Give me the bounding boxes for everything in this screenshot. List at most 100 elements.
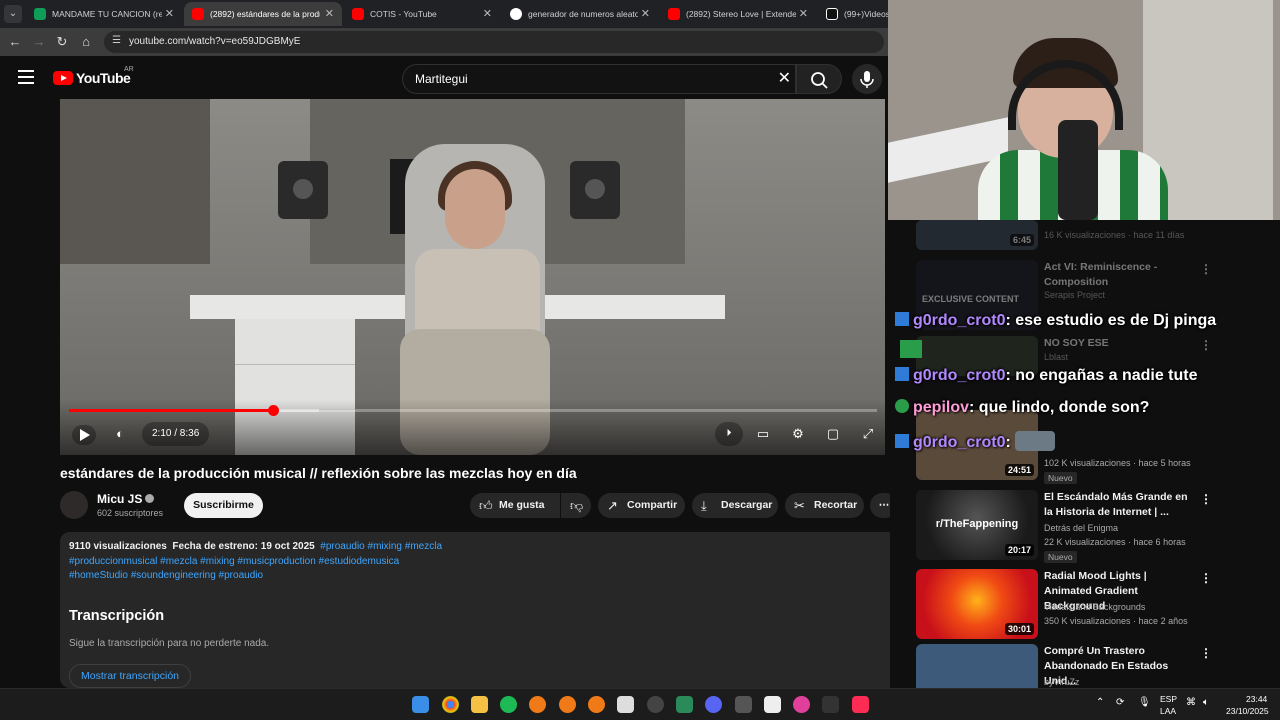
search-button[interactable] xyxy=(796,64,842,94)
close-icon[interactable]: ✕ xyxy=(483,2,492,26)
sheets-icon xyxy=(34,8,46,20)
app-icon[interactable] xyxy=(676,696,693,713)
more-vertical-icon[interactable]: ⋮ xyxy=(1200,571,1212,585)
sync-icon[interactable]: ⟳ xyxy=(1116,697,1124,708)
video-title[interactable]: El Escándalo Más Grande en la Historia d… xyxy=(1044,490,1194,520)
video-thumbnail[interactable] xyxy=(916,644,1038,688)
related-video-item[interactable]: Compré Un Trastero Abandonado En Estados… xyxy=(916,644,1280,688)
youtube-play-icon xyxy=(53,71,73,85)
reload-icon[interactable]: ↻ xyxy=(53,33,71,51)
hashtags[interactable]: #homeStudio #soundengineering #proaudio xyxy=(69,570,263,581)
home-icon[interactable]: ⌂ xyxy=(77,33,95,51)
chat-badge-icon xyxy=(895,399,909,413)
browser-tab[interactable]: (2892) Stereo Love | Extended ✕ xyxy=(660,2,816,26)
microphone xyxy=(1058,120,1098,220)
app-icon[interactable] xyxy=(764,696,781,713)
clip-button[interactable]: ✂ Recortar xyxy=(785,493,864,518)
clock-time[interactable]: 23:44 xyxy=(1246,694,1267,704)
chrome-icon[interactable] xyxy=(442,696,459,713)
volume-icon[interactable]: 🔈︎ xyxy=(1203,697,1209,708)
scrubber-handle[interactable] xyxy=(267,405,279,416)
played-bar xyxy=(69,409,273,412)
app-icon[interactable] xyxy=(617,696,634,713)
windows-start-icon[interactable] xyxy=(412,696,429,713)
video-title[interactable]: NO SOY ESE xyxy=(1044,336,1194,351)
theater-mode-icon[interactable]: ▢ xyxy=(822,422,844,446)
video-thumbnail[interactable]: r/TheFappening 20:17 xyxy=(916,490,1038,560)
back-icon[interactable]: ← xyxy=(6,33,24,51)
volume-icon[interactable]: ◐ xyxy=(110,422,130,446)
channel-name[interactable]: Lblast xyxy=(1044,352,1068,362)
microphone-icon[interactable]: 🎙︎ xyxy=(1138,697,1151,708)
epic-games-icon[interactable] xyxy=(822,696,839,713)
progress-bar[interactable] xyxy=(69,405,877,416)
fullscreen-icon[interactable]: ⤢ xyxy=(857,422,879,446)
omnibox[interactable]: ☰ youtube.com/watch?v=eo59JDGBMyE xyxy=(104,31,884,53)
play-icon[interactable] xyxy=(72,425,96,445)
hashtags[interactable]: #proaudio #mixing #mezcla xyxy=(320,541,442,552)
browser-tab[interactable]: MANDAME TU CANCION (resp ✕ xyxy=(26,2,182,26)
close-icon[interactable]: ✕ xyxy=(799,2,808,26)
maps-icon[interactable] xyxy=(793,696,810,713)
chevron-up-icon[interactable]: ⌃ xyxy=(1096,697,1104,708)
browser-tab[interactable]: generador de numeros aleatori ✕ xyxy=(502,2,658,26)
video-thumbnail[interactable]: 6:45 xyxy=(916,220,1038,250)
hashtags[interactable]: #produccionmusical #mezcla #mixing #musi… xyxy=(69,556,399,567)
discord-icon[interactable] xyxy=(705,696,722,713)
windows-taskbar: ⌃ ⟳ 🎙︎ ESP LAA ⌘ 🔈︎ 23:44 23/10/2025 xyxy=(0,688,1280,720)
channel-avatar[interactable] xyxy=(60,491,88,519)
settings-gear-icon[interactable]: ⚙ xyxy=(787,422,809,446)
browser-tab-strip: ⌄ MANDAME TU CANCION (resp ✕ (2892) está… xyxy=(0,0,890,28)
video-title[interactable]: Act VI: Reminiscence - Composition xyxy=(1044,260,1194,290)
share-button[interactable]: ↗ Compartir xyxy=(598,493,685,518)
close-icon[interactable]: ✕ xyxy=(641,2,650,26)
browser-tab-active[interactable]: (2892) estándares de la produc ✕ xyxy=(184,2,342,26)
channel-name[interactable]: Visuals and Backgrounds xyxy=(1044,602,1145,612)
obs-icon[interactable] xyxy=(647,696,664,713)
dislike-button[interactable]: 👎︎ xyxy=(561,493,591,518)
clock-date[interactable]: 23/10/2025 xyxy=(1226,706,1269,716)
close-icon[interactable]: ✕ xyxy=(165,2,174,26)
channel-name[interactable]: byViruZz xyxy=(1044,677,1079,687)
video-thumbnail[interactable]: 30:01 xyxy=(916,569,1038,639)
chat-message: pepilov: que lindo, donde son? xyxy=(895,399,1149,417)
more-vertical-icon[interactable]: ⋮ xyxy=(1200,646,1212,660)
app-icon[interactable] xyxy=(735,696,752,713)
fl-studio-icon[interactable] xyxy=(559,696,576,713)
video-duration: 20:17 xyxy=(1004,544,1034,556)
clear-search-icon[interactable]: ✕ xyxy=(778,65,791,93)
language-indicator[interactable]: ESP xyxy=(1160,694,1177,704)
voice-search-button[interactable] xyxy=(852,64,882,94)
channel-name[interactable]: Detrás del Enigma xyxy=(1044,523,1118,533)
description-box[interactable]: 9110 visualizaciones Fecha de estreno: 1… xyxy=(60,532,898,688)
like-button[interactable]: 👍︎ Me gusta xyxy=(470,493,560,518)
more-vertical-icon[interactable]: ⋮ xyxy=(1200,262,1212,276)
spotify-icon[interactable] xyxy=(500,696,517,713)
tab-search-icon[interactable]: ⌄ xyxy=(4,5,22,23)
file-explorer-icon[interactable] xyxy=(471,696,488,713)
fl-studio-icon[interactable] xyxy=(529,696,546,713)
network-icon[interactable]: ⌘ xyxy=(1186,697,1196,708)
site-info-icon[interactable]: ☰ xyxy=(112,35,124,49)
video-player[interactable]: ◐ 2:10 / 8:36 ⏵ ▭ ⚙ ▢ ⤢ xyxy=(60,99,885,455)
fl-studio-icon[interactable] xyxy=(588,696,605,713)
url-text[interactable]: youtube.com/watch?v=eo59JDGBMyE xyxy=(129,31,300,53)
thumbs-down-icon: 👎︎ xyxy=(570,498,584,513)
autoplay-toggle[interactable]: ⏵ xyxy=(715,422,743,446)
more-vertical-icon[interactable]: ⋮ xyxy=(1200,338,1212,352)
close-icon[interactable]: ✕ xyxy=(325,2,334,26)
download-button[interactable]: ⤓ Descargar xyxy=(692,493,778,518)
tiktok-icon[interactable] xyxy=(852,696,869,713)
more-vertical-icon[interactable]: ⋮ xyxy=(1200,492,1212,506)
channel-name[interactable]: Serapis Project xyxy=(1044,290,1105,300)
menu-icon[interactable] xyxy=(18,70,34,84)
show-transcript-button[interactable]: Mostrar transcripción xyxy=(69,664,191,688)
channel-name[interactable]: Micu JS xyxy=(97,492,142,506)
forward-icon[interactable]: → xyxy=(30,33,48,51)
subtitles-icon[interactable]: ▭ xyxy=(752,422,774,446)
browser-tab[interactable]: COTIS - YouTube ✕ xyxy=(344,2,500,26)
search-input[interactable]: Martitegui ✕ xyxy=(402,64,796,94)
search-value[interactable]: Martitegui xyxy=(415,65,468,93)
subscribe-button[interactable]: Suscribirme xyxy=(184,493,263,518)
browser-tab[interactable]: (99+)Videos d xyxy=(818,2,890,26)
